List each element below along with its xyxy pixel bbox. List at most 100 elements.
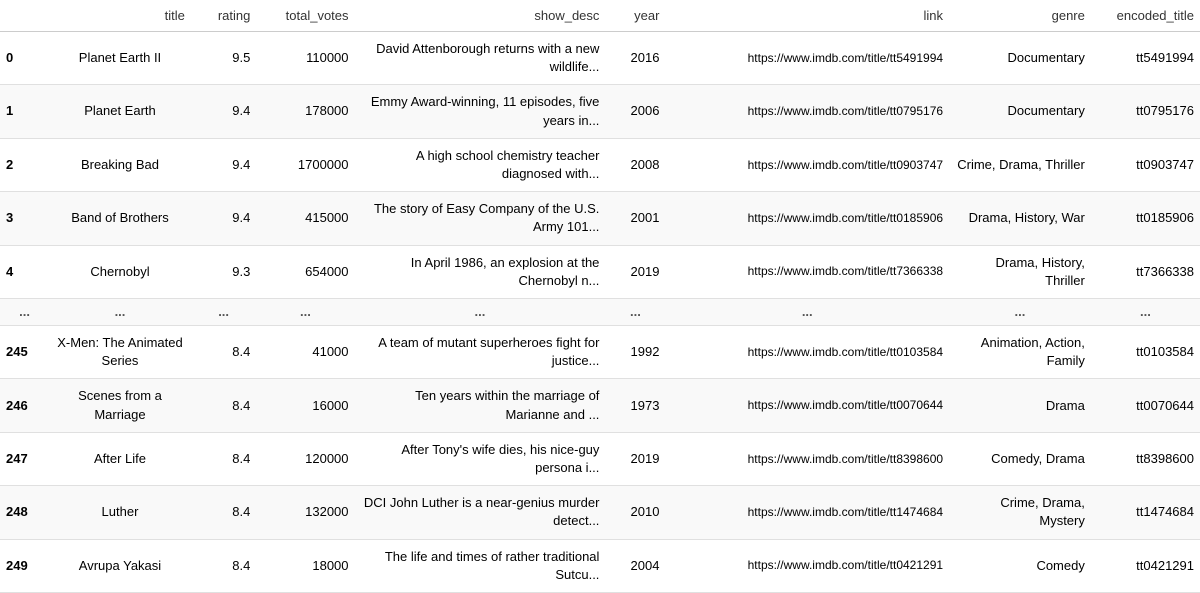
table-cell-year: 2004 [605, 539, 665, 592]
table-cell-title: Band of Brothers [49, 192, 191, 245]
table-cell-desc: In April 1986, an explosion at the Chern… [355, 245, 606, 298]
table-cell-desc: David Attenborough returns with a new wi… [355, 32, 606, 85]
table-cell-votes: 110000 [256, 32, 354, 85]
table-cell-encoded: tt0185906 [1091, 192, 1200, 245]
table-cell-genre: Documentary [949, 32, 1091, 85]
table-cell-index: 4 [0, 245, 49, 298]
table-cell-index: 249 [0, 539, 49, 592]
table-cell-genre: Crime, Drama, Mystery [949, 486, 1091, 539]
table-row: 249Avrupa Yakasi8.418000The life and tim… [0, 539, 1200, 592]
table-cell-title: Breaking Bad [49, 138, 191, 191]
table-cell-link: https://www.imdb.com/title/tt8398600 [665, 432, 949, 485]
table-cell-desc: A team of mutant superheroes fight for j… [355, 326, 606, 379]
table-cell-votes: 16000 [256, 379, 354, 432]
table-cell-encoded: tt8398600 [1091, 432, 1200, 485]
table-cell-year: 1973 [605, 379, 665, 432]
table-row: 247After Life8.4120000After Tony's wife … [0, 432, 1200, 485]
table-cell-ellipsis: ... [949, 298, 1091, 325]
table-row: 246Scenes from a Marriage8.416000Ten yea… [0, 379, 1200, 432]
table-cell-link: https://www.imdb.com/title/tt5491994 [665, 32, 949, 85]
table-row: 1Planet Earth9.4178000Emmy Award-winning… [0, 85, 1200, 138]
table-cell-desc: DCI John Luther is a near-genius murder … [355, 486, 606, 539]
table-cell-year: 2001 [605, 192, 665, 245]
table-cell-year: 2008 [605, 138, 665, 191]
table-cell-title: X-Men: The Animated Series [49, 326, 191, 379]
table-cell-desc: After Tony's wife dies, his nice-guy per… [355, 432, 606, 485]
table-row: ........................... [0, 298, 1200, 325]
table-cell-genre: Crime, Drama, Thriller [949, 138, 1091, 191]
table-cell-rating: 9.4 [191, 85, 256, 138]
table-cell-votes: 1700000 [256, 138, 354, 191]
table-cell-ellipsis: ... [191, 298, 256, 325]
table-cell-link: https://www.imdb.com/title/tt1474684 [665, 486, 949, 539]
table-cell-votes: 120000 [256, 432, 354, 485]
table-row: 2Breaking Bad9.41700000A high school che… [0, 138, 1200, 191]
table-cell-rating: 8.4 [191, 379, 256, 432]
col-header-total-votes: total_votes [256, 0, 354, 32]
table-cell-year: 2006 [605, 85, 665, 138]
table-row: 248Luther8.4132000DCI John Luther is a n… [0, 486, 1200, 539]
table-cell-title: Planet Earth [49, 85, 191, 138]
table-cell-title: Luther [49, 486, 191, 539]
table-cell-year: 2019 [605, 245, 665, 298]
table-cell-encoded: tt7366338 [1091, 245, 1200, 298]
table-row: 4Chernobyl9.3654000In April 1986, an exp… [0, 245, 1200, 298]
table-cell-link: https://www.imdb.com/title/tt0070644 [665, 379, 949, 432]
col-header-encoded-title: encoded_title [1091, 0, 1200, 32]
table-cell-link: https://www.imdb.com/title/tt7366338 [665, 245, 949, 298]
table-cell-year: 2019 [605, 432, 665, 485]
data-table: title rating total_votes show_desc year … [0, 0, 1200, 593]
table-cell-votes: 415000 [256, 192, 354, 245]
table-cell-index: 245 [0, 326, 49, 379]
table-cell-rating: 9.3 [191, 245, 256, 298]
table-cell-votes: 41000 [256, 326, 354, 379]
table-cell-index: 1 [0, 85, 49, 138]
table-cell-rating: 8.4 [191, 486, 256, 539]
table-header-row: title rating total_votes show_desc year … [0, 0, 1200, 32]
table-cell-genre: Comedy, Drama [949, 432, 1091, 485]
table-cell-rating: 9.4 [191, 138, 256, 191]
col-header-link: link [665, 0, 949, 32]
table-cell-index: 246 [0, 379, 49, 432]
table-cell-link: https://www.imdb.com/title/tt0795176 [665, 85, 949, 138]
table-cell-index: 2 [0, 138, 49, 191]
table-cell-encoded: tt0795176 [1091, 85, 1200, 138]
table-cell-desc: The life and times of rather traditional… [355, 539, 606, 592]
table-cell-desc: A high school chemistry teacher diagnose… [355, 138, 606, 191]
table-cell-encoded: tt0903747 [1091, 138, 1200, 191]
table-row: 3Band of Brothers9.4415000The story of E… [0, 192, 1200, 245]
table-cell-genre: Drama, History, War [949, 192, 1091, 245]
table-cell-genre: Animation, Action, Family [949, 326, 1091, 379]
table-cell-desc: Emmy Award-winning, 11 episodes, five ye… [355, 85, 606, 138]
col-header-index [0, 0, 49, 32]
table-cell-title: Avrupa Yakasi [49, 539, 191, 592]
table-cell-encoded: tt0103584 [1091, 326, 1200, 379]
table-cell-ellipsis: ... [0, 298, 49, 325]
table-cell-link: https://www.imdb.com/title/tt0421291 [665, 539, 949, 592]
table-cell-desc: Ten years within the marriage of Mariann… [355, 379, 606, 432]
table-cell-link: https://www.imdb.com/title/tt0903747 [665, 138, 949, 191]
col-header-rating: rating [191, 0, 256, 32]
table-cell-link: https://www.imdb.com/title/tt0185906 [665, 192, 949, 245]
table-cell-desc: The story of Easy Company of the U.S. Ar… [355, 192, 606, 245]
table-cell-title: Planet Earth II [49, 32, 191, 85]
table-cell-link: https://www.imdb.com/title/tt0103584 [665, 326, 949, 379]
table-cell-rating: 8.4 [191, 326, 256, 379]
table-cell-year: 2010 [605, 486, 665, 539]
table-cell-genre: Comedy [949, 539, 1091, 592]
table-cell-votes: 178000 [256, 85, 354, 138]
table-cell-genre: Drama [949, 379, 1091, 432]
table-cell-rating: 9.4 [191, 192, 256, 245]
table-cell-year: 1992 [605, 326, 665, 379]
table-cell-ellipsis: ... [49, 298, 191, 325]
col-header-genre: genre [949, 0, 1091, 32]
table-cell-ellipsis: ... [1091, 298, 1200, 325]
table-cell-votes: 132000 [256, 486, 354, 539]
table-cell-ellipsis: ... [355, 298, 606, 325]
table-cell-encoded: tt5491994 [1091, 32, 1200, 85]
col-header-show-desc: show_desc [355, 0, 606, 32]
col-header-title: title [49, 0, 191, 32]
table-cell-ellipsis: ... [605, 298, 665, 325]
table-cell-encoded: tt0070644 [1091, 379, 1200, 432]
table-cell-rating: 8.4 [191, 432, 256, 485]
